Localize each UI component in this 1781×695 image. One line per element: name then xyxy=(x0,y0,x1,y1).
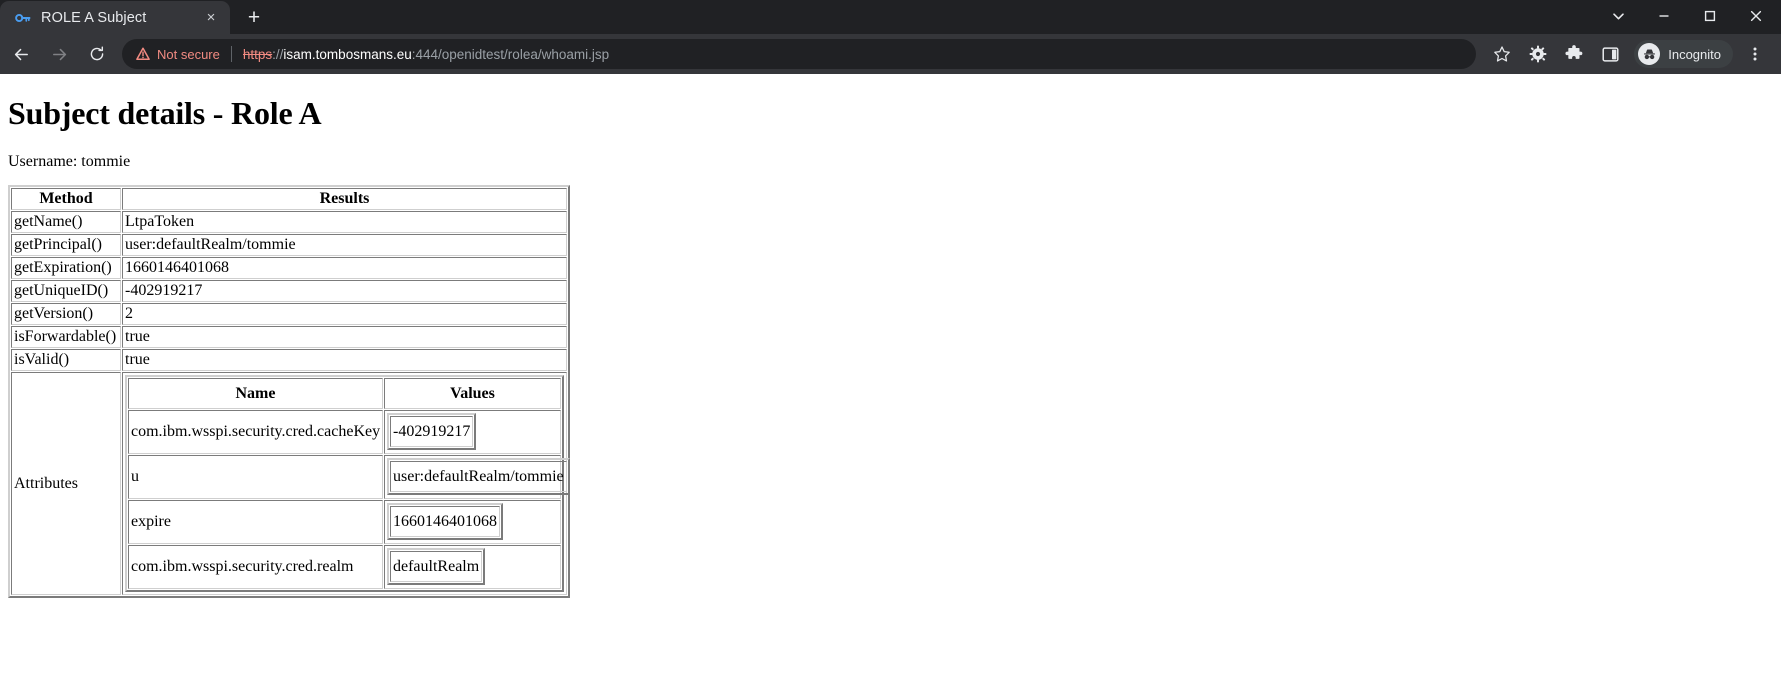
minimize-icon[interactable] xyxy=(1641,0,1687,32)
attributes-header-row: Name Values xyxy=(128,378,561,409)
method-name: getPrincipal() xyxy=(11,234,121,256)
url-host: isam.tombosmans.eu xyxy=(283,46,412,62)
page-title: Subject details - Role A xyxy=(8,95,322,131)
attribute-value: 1660146401068 xyxy=(390,506,500,537)
table-row: isValid() true xyxy=(11,349,567,371)
method-result: LtpaToken xyxy=(122,211,567,233)
url-scheme: https xyxy=(242,46,273,62)
close-icon[interactable] xyxy=(1733,0,1779,32)
method-result: true xyxy=(122,349,567,371)
table-row: getPrincipal() user:defaultRealm/tommie xyxy=(11,234,567,256)
reload-icon[interactable] xyxy=(80,37,114,71)
method-name: getName() xyxy=(11,211,121,233)
attribute-name: expire xyxy=(128,500,383,544)
attribute-values-cell: 1660146401068 xyxy=(384,500,561,544)
attribute-value: user:defaultRealm/tommie xyxy=(390,461,567,492)
method-name: getUniqueID() xyxy=(11,280,121,302)
attribute-name: com.ibm.wsspi.security.cred.realm xyxy=(128,545,383,589)
attribute-values-cell: user:defaultRealm/tommie xyxy=(384,455,570,499)
attribute-row: com.ibm.wsspi.security.cred.realm defaul… xyxy=(128,545,561,589)
browser-tab[interactable]: ROLE A Subject × xyxy=(0,1,230,34)
gear-icon[interactable] xyxy=(1523,39,1553,69)
table-row: getUniqueID() -402919217 xyxy=(11,280,567,302)
attribute-value-box: 1660146401068 xyxy=(387,503,503,540)
url-text: https://isam.tombosmans.eu:444/openidtes… xyxy=(243,47,609,62)
table-row: getExpiration() 1660146401068 xyxy=(11,257,567,279)
security-status[interactable]: Not secure xyxy=(136,47,220,62)
extensions-puzzle-icon[interactable] xyxy=(1559,39,1589,69)
column-header-results: Results xyxy=(122,188,567,210)
key-icon xyxy=(14,9,31,26)
new-tab-button[interactable]: + xyxy=(239,2,269,32)
attribute-row: com.ibm.wsspi.security.cred.cacheKey -40… xyxy=(128,410,561,454)
maximize-icon[interactable] xyxy=(1687,0,1733,32)
method-result: -402919217 xyxy=(122,280,567,302)
attribute-value: -402919217 xyxy=(390,416,474,447)
method-result: 1660146401068 xyxy=(122,257,567,279)
method-result: 2 xyxy=(122,303,567,325)
address-bar[interactable]: Not secure https://isam.tombosmans.eu:44… xyxy=(122,39,1477,69)
column-header-name: Name xyxy=(128,378,383,409)
incognito-hat-glasses-icon xyxy=(1638,43,1661,65)
tab-close-icon[interactable]: × xyxy=(200,7,222,29)
attribute-value: defaultRealm xyxy=(390,551,483,582)
attribute-value-box: defaultRealm xyxy=(387,548,486,585)
tab-title: ROLE A Subject xyxy=(41,9,147,26)
three-dot-menu-icon[interactable] xyxy=(1740,39,1770,69)
page-viewport: Subject details - Role A Username: tommi… xyxy=(0,74,1781,695)
column-header-method: Method xyxy=(11,188,121,210)
attribute-name: com.ibm.wsspi.security.cred.cacheKey xyxy=(128,410,383,454)
table-row: getName() LtpaToken xyxy=(11,211,567,233)
forward-arrow-icon[interactable] xyxy=(42,37,76,71)
attribute-values-cell: -402919217 xyxy=(384,410,561,454)
back-arrow-icon[interactable] xyxy=(4,37,38,71)
method-result: user:defaultRealm/tommie xyxy=(122,234,567,256)
method-name: isForwardable() xyxy=(11,326,121,348)
attribute-name: u xyxy=(128,455,383,499)
browser-toolbar: Not secure https://isam.tombosmans.eu:44… xyxy=(0,34,1781,74)
omnibox-divider xyxy=(230,46,232,62)
method-name: getVersion() xyxy=(11,303,121,325)
browser-window: ROLE A Subject × + Not secure https:// … xyxy=(0,0,1781,695)
url-separator: :// xyxy=(272,46,284,62)
attribute-row: expire 1660146401068 xyxy=(128,500,561,544)
method-name: getExpiration() xyxy=(11,257,121,279)
bookmark-star-icon[interactable] xyxy=(1487,39,1517,69)
table-row: isForwardable() true xyxy=(11,326,567,348)
column-header-values: Values xyxy=(384,378,561,409)
incognito-indicator[interactable]: Incognito xyxy=(1634,40,1733,68)
attribute-value-box: user:defaultRealm/tommie xyxy=(387,458,570,495)
side-panel-icon[interactable] xyxy=(1595,39,1625,69)
incognito-label: Incognito xyxy=(1668,46,1721,62)
url-path: :444/openidtest/rolea/whoami.jsp xyxy=(411,46,610,62)
method-name: isValid() xyxy=(11,349,121,371)
window-controls xyxy=(1595,0,1781,34)
username-line: Username: tommie xyxy=(8,153,131,170)
attribute-values-cell: defaultRealm xyxy=(384,545,561,589)
attributes-table: Name Values com.ibm.wsspi.security.cred.… xyxy=(125,375,570,592)
attributes-label: Attributes xyxy=(11,372,121,595)
method-result: true xyxy=(122,326,567,348)
attributes-row: Attributes Name Values com.ibm.wsspi.sec… xyxy=(11,372,570,595)
attribute-row: u user:defaultRealm/tommie xyxy=(128,455,570,499)
tab-strip: ROLE A Subject × + xyxy=(0,0,1781,34)
attribute-value-box: -402919217 xyxy=(387,413,477,450)
attributes-cell: Name Values com.ibm.wsspi.security.cred.… xyxy=(122,372,570,595)
security-status-label: Not secure xyxy=(157,46,220,62)
subject-method-table: Method Results getName() LtpaToken getPr… xyxy=(8,185,570,598)
warning-triangle-icon xyxy=(136,47,157,61)
table-header-row: Method Results xyxy=(11,188,567,210)
tab-search-icon[interactable] xyxy=(1595,0,1641,32)
table-row: getVersion() 2 xyxy=(11,303,567,325)
